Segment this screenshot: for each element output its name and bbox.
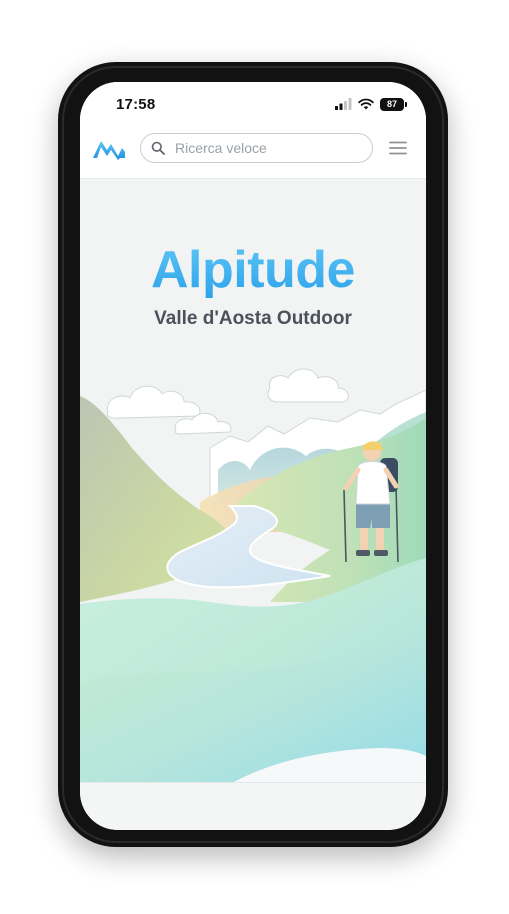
bottom-bar xyxy=(80,782,426,830)
status-bar: 17:58 87 xyxy=(80,82,426,128)
search-bar[interactable] xyxy=(140,133,373,163)
hero-subtitle: Valle d'Aosta Outdoor xyxy=(154,308,352,329)
search-input[interactable] xyxy=(175,137,365,159)
wifi-icon xyxy=(358,98,374,110)
status-time: 17:58 xyxy=(116,96,156,113)
battery-icon: 87 xyxy=(380,97,407,111)
app-header xyxy=(80,128,426,179)
mountain-landscape-illustration xyxy=(80,368,426,784)
cloud-left xyxy=(106,385,232,435)
hero-title: Alpitude xyxy=(80,240,426,300)
alpitude-logo-icon[interactable] xyxy=(92,136,126,162)
status-icons: 87 xyxy=(335,97,407,111)
hamburger-menu-icon[interactable] xyxy=(388,139,408,157)
signal-icon xyxy=(335,98,352,110)
cloud-right xyxy=(267,368,349,403)
battery-level: 87 xyxy=(386,99,397,109)
app-screen: 17:58 87 Ricerca veloce Alpitude Valle d… xyxy=(80,82,426,830)
search-icon xyxy=(151,141,165,155)
